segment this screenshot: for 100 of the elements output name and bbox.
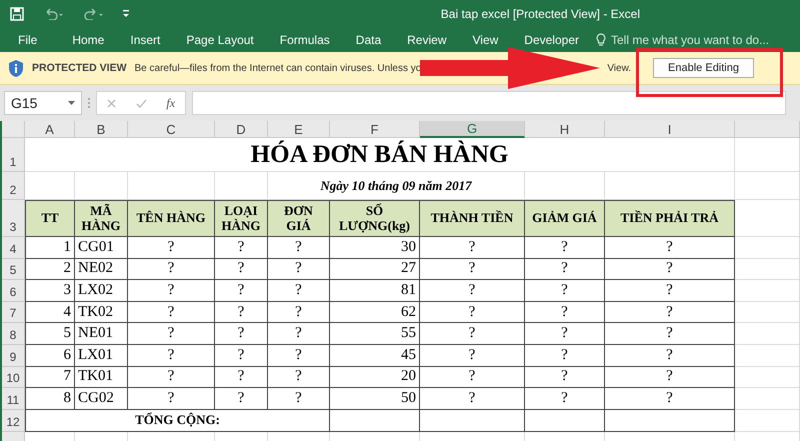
header-cell: TT bbox=[25, 200, 75, 237]
ribbon-tab[interactable]: Developer bbox=[511, 33, 592, 47]
table-cell: ? bbox=[525, 280, 605, 302]
column-header[interactable]: I bbox=[605, 121, 735, 138]
empty-cell bbox=[735, 366, 800, 388]
check-icon[interactable] bbox=[136, 98, 147, 108]
table-cell: 62 bbox=[330, 302, 420, 324]
save-icon[interactable] bbox=[10, 7, 24, 21]
ribbon-tab[interactable]: File bbox=[12, 33, 60, 47]
table-cell: ? bbox=[605, 388, 735, 410]
table-cell: 3 bbox=[25, 280, 75, 302]
table-cell: 20 bbox=[330, 366, 420, 388]
table-cell: ? bbox=[268, 302, 330, 324]
table-cell: 27 bbox=[330, 258, 420, 280]
ribbon-tab[interactable]: Formulas bbox=[266, 33, 343, 47]
table-cell: ? bbox=[268, 323, 330, 345]
table-cell: ? bbox=[215, 237, 268, 259]
ribbon-tab[interactable]: Data bbox=[342, 33, 394, 47]
enable-editing-button[interactable]: Enable Editing bbox=[653, 58, 754, 78]
column-header[interactable]: A bbox=[25, 121, 75, 138]
empty-cell bbox=[735, 172, 800, 200]
row-header[interactable]: 10 bbox=[2, 366, 25, 388]
table-cell: NE02 bbox=[75, 258, 128, 280]
column-header[interactable]: G bbox=[420, 121, 525, 138]
row-header[interactable]: 1 bbox=[2, 138, 25, 172]
table-cell: 81 bbox=[330, 280, 420, 302]
ribbon-tab[interactable]: Home bbox=[59, 33, 118, 47]
row-header[interactable]: 3 bbox=[2, 200, 25, 237]
column-header[interactable]: C bbox=[128, 121, 215, 138]
table-cell: 4 bbox=[25, 302, 75, 324]
column-header[interactable]: D bbox=[215, 121, 268, 138]
empty-cell bbox=[735, 344, 800, 367]
table-cell: 7 bbox=[25, 366, 75, 388]
table-cell: ? bbox=[420, 258, 525, 280]
ribbon-tab[interactable]: View bbox=[460, 33, 512, 47]
dropdown-icon[interactable] bbox=[68, 101, 75, 105]
warning-message-end: View. bbox=[607, 62, 632, 74]
header-cell: TÊN HÀNG bbox=[128, 200, 215, 237]
table-cell: ? bbox=[268, 237, 330, 259]
row-header[interactable]: 12 bbox=[2, 410, 25, 432]
customize-icon[interactable] bbox=[122, 9, 130, 19]
table-cell: ? bbox=[215, 280, 268, 302]
empty-cell bbox=[735, 258, 800, 280]
table-cell: ? bbox=[268, 344, 330, 367]
table-cell: 30 bbox=[330, 237, 420, 259]
row-header[interactable]: 5 bbox=[2, 258, 25, 280]
table-cell: ? bbox=[605, 237, 735, 259]
table-cell: ? bbox=[268, 258, 330, 280]
column-header[interactable]: F bbox=[330, 121, 420, 138]
row-header[interactable]: 11 bbox=[2, 388, 25, 410]
table-cell: LX01 bbox=[75, 344, 128, 367]
formula-input[interactable] bbox=[192, 91, 786, 115]
row-header[interactable]: 2 bbox=[2, 172, 25, 200]
table-cell: ? bbox=[128, 323, 215, 345]
table-cell: NE01 bbox=[75, 323, 128, 345]
table-cell: ? bbox=[420, 344, 525, 367]
lightbulb-icon bbox=[596, 33, 606, 47]
table-cell: 45 bbox=[330, 344, 420, 367]
header-cell: ĐƠN GIÁ bbox=[268, 200, 330, 237]
table-cell: ? bbox=[128, 366, 215, 388]
table-cell: ? bbox=[525, 258, 605, 280]
total-label: TỔNG CỘNG: bbox=[25, 410, 330, 432]
table-cell: ? bbox=[420, 280, 525, 302]
ribbon-tab[interactable]: Page Layout bbox=[173, 33, 267, 47]
table-cell: ? bbox=[525, 302, 605, 324]
empty-cell bbox=[735, 323, 800, 345]
tell-me-field[interactable]: Tell me what you want to do... bbox=[611, 33, 770, 47]
table-cell: ? bbox=[605, 280, 735, 302]
redo-icon[interactable] bbox=[82, 8, 104, 20]
table-cell: 5 bbox=[25, 323, 75, 345]
empty-cell bbox=[735, 302, 800, 324]
ribbon-tab[interactable]: Review bbox=[394, 33, 460, 47]
table-cell: ? bbox=[128, 344, 215, 367]
header-cell: MÃ HÀNG bbox=[75, 200, 128, 237]
name-box[interactable]: G15 bbox=[4, 91, 82, 115]
column-header[interactable]: E bbox=[268, 121, 330, 138]
header-cell: GIẢM GIÁ bbox=[525, 200, 605, 237]
table-cell: ? bbox=[268, 280, 330, 302]
table-cell: ? bbox=[605, 258, 735, 280]
empty-cell bbox=[735, 237, 800, 259]
empty-cell bbox=[735, 280, 800, 302]
cancel-icon[interactable] bbox=[106, 98, 116, 108]
shield-icon bbox=[8, 58, 24, 78]
empty-cell bbox=[735, 410, 800, 432]
column-header[interactable]: B bbox=[75, 121, 128, 138]
ribbon-tab[interactable]: Insert bbox=[117, 33, 174, 47]
column-header[interactable]: H bbox=[525, 121, 605, 138]
table-cell: ? bbox=[525, 366, 605, 388]
empty-cell bbox=[735, 388, 800, 410]
header-cell: TIỀN PHẢI TRẢ bbox=[605, 200, 735, 237]
row-header[interactable]: 4 bbox=[2, 237, 25, 259]
row-header[interactable]: 9 bbox=[2, 344, 25, 367]
insert-function-button[interactable]: fx bbox=[166, 96, 176, 110]
row-header[interactable]: 8 bbox=[2, 323, 25, 345]
header-cell: THÀNH TIỀN bbox=[420, 200, 525, 237]
table-cell: ? bbox=[605, 323, 735, 345]
row-header[interactable]: 7 bbox=[2, 302, 25, 324]
table-cell: ? bbox=[268, 388, 330, 410]
table-cell: ? bbox=[525, 323, 605, 345]
row-header[interactable]: 6 bbox=[2, 280, 25, 302]
